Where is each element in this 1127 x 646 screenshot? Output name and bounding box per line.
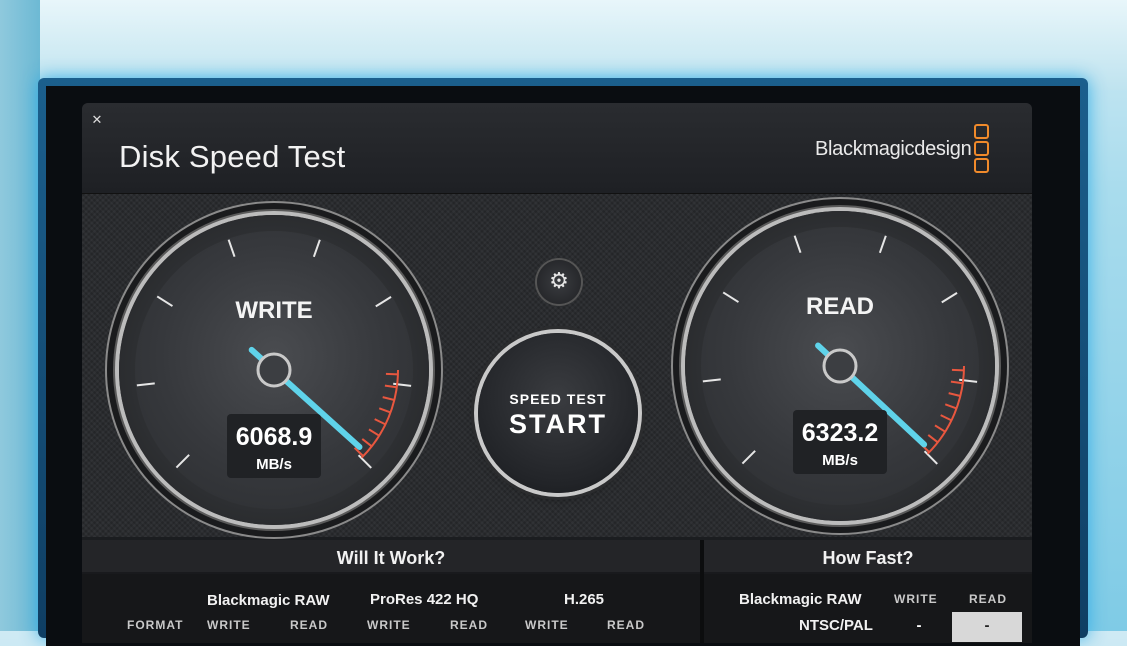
background-top [0,0,1127,90]
how-fast-write-label: WRITE [894,592,938,606]
codec-blackmagic-raw: Blackmagic RAW [207,592,330,609]
write-gauge-dial [119,215,429,525]
read-gauge-label: READ [685,293,995,321]
how-fast-read-label: READ [969,592,1007,606]
gauge-redline-arc [362,370,398,458]
will-it-work-panel: Will It Work? Blackmagic RAW ProRes 422 … [82,540,704,643]
gauge-major-tick [137,383,155,385]
gauge-redline-tick [951,382,963,384]
start-button-caption: SPEED TEST [478,391,638,407]
gauge-needle-hub [258,354,290,386]
gauge-redline-tick [928,435,937,442]
how-fast-panel: How Fast? Blackmagic RAW WRITE READ NTSC… [704,540,1032,643]
settings-button[interactable]: ⚙ [537,260,581,304]
gear-icon: ⚙ [549,269,569,294]
how-fast-row-write: - [909,617,929,634]
gauge-major-tick [959,380,977,382]
title-bar: ✕ Disk Speed Test Blackmagicdesign [82,103,1032,194]
gauge-major-tick [359,455,372,468]
disk-speed-test-window: ✕ Disk Speed Test Blackmagicdesign WRITE… [82,103,1032,643]
speed-test-start-button[interactable]: SPEED TEST START [478,333,638,493]
will-it-work-title: Will It Work? [82,540,700,572]
format-column-label: FORMAT [127,618,183,632]
app-title: Disk Speed Test [119,139,345,175]
gauge-redline-arc [928,366,964,454]
prores-read-label: READ [450,618,488,632]
read-gauge: READ 6323.2 MB/s [685,211,995,521]
gauge-redline-tick [385,386,397,388]
gauge-major-tick [795,236,801,253]
brand-name: Blackmagicdesign [815,138,971,161]
gauge-major-tick [880,236,886,253]
background-left [0,0,40,631]
close-icon[interactable]: ✕ [90,114,104,128]
braw-write-label: WRITE [207,618,251,632]
gauge-redline-tick [935,425,945,431]
brand-logo-icon [974,124,990,175]
write-gauge: WRITE 6068.9 MB/s [119,215,429,525]
gauge-needle-hub [824,350,856,382]
gauge-redline-tick [383,397,395,400]
gauge-redline-tick [362,439,371,446]
how-fast-codec: Blackmagic RAW [739,591,862,608]
how-fast-row-label: NTSC/PAL [799,617,873,634]
read-gauge-dial [685,211,995,521]
gauge-redline-tick [941,415,952,420]
read-speed-unit: MB/s [793,452,887,469]
gauge-major-tick [176,455,189,468]
read-readout: 6323.2 MB/s [793,410,887,474]
results-area: Will It Work? Blackmagic RAW ProRes 422 … [82,540,1032,643]
how-fast-table: Blackmagic RAW WRITE READ NTSC/PAL - - [704,574,1032,643]
codec-h265: H.265 [564,591,604,608]
will-it-work-table: Blackmagic RAW ProRes 422 HQ H.265 FORMA… [82,574,700,643]
how-fast-title: How Fast? [704,540,1032,572]
gauge-major-tick [742,451,755,464]
h265-write-label: WRITE [525,618,569,632]
gauge-major-tick [229,240,235,257]
write-speed-unit: MB/s [227,456,321,473]
how-fast-row-read: - [977,617,997,634]
gauge-major-tick [314,240,320,257]
write-readout: 6068.9 MB/s [227,414,321,478]
prores-write-label: WRITE [367,618,411,632]
gauge-major-tick [925,451,938,464]
gauge-major-tick [393,384,411,386]
gauge-redline-tick [369,429,379,435]
braw-read-label: READ [290,618,328,632]
h265-read-label: READ [607,618,645,632]
codec-prores-422-hq: ProRes 422 HQ [370,591,478,608]
gauge-redline-tick [379,408,390,412]
gauge-redline-tick [375,419,386,424]
gauge-major-tick [703,379,721,381]
read-speed-value: 6323.2 [793,419,887,448]
start-button-label: START [478,409,638,440]
gauge-redline-tick [945,404,956,408]
write-gauge-label: WRITE [119,297,429,325]
write-speed-value: 6068.9 [227,423,321,452]
gauge-redline-tick [949,393,961,396]
